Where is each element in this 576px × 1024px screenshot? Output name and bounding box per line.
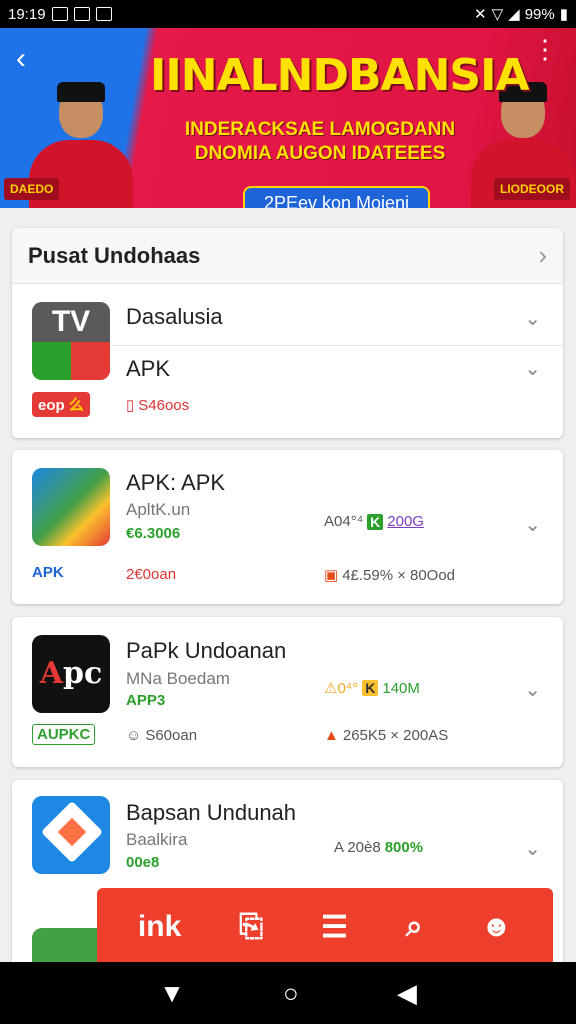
app-price: 00e8 (126, 854, 160, 871)
section-card: Pusat Undohaas › TV Dasalusia ⌄ APK ⌄ eo… (12, 228, 563, 438)
app-icon-tv[interactable]: TV (32, 302, 110, 380)
app-badge: AUPKC (32, 724, 96, 745)
app-name[interactable]: PaPk Undoanan (126, 638, 286, 664)
chevron-down-icon[interactable]: ⌄ (524, 356, 541, 381)
wifi-icon: ▽ (491, 6, 504, 23)
banner-tag-left: DAEDO (4, 178, 60, 200)
app-developer: MNa Boedam (126, 669, 230, 688)
battery-text: 99% (524, 5, 555, 23)
promo-banner[interactable]: ‹ ⋮ IINALNDBANSIA INDERACKSAE LAMOGDANN … (0, 28, 576, 208)
app-badge: APK (32, 564, 64, 581)
app-rating: A04°⁴ K 200G (324, 513, 424, 530)
app-downloads: ▲ 265K5 × 200AS (324, 727, 449, 744)
menu-icon[interactable]: ☰ (321, 910, 348, 945)
rating-icon: K (362, 680, 379, 696)
section-header[interactable]: Pusat Undohaas › (12, 228, 563, 284)
app-size: 800% (384, 839, 424, 856)
search-icon[interactable]: ⌕ (406, 910, 423, 944)
more-menu-icon[interactable]: ⋮ (532, 36, 558, 62)
signal-icon: ◢ (508, 6, 520, 23)
storage-icon: ▯ (126, 397, 135, 414)
banner-cta-button[interactable]: 2PEev kon Moieni (243, 186, 430, 208)
app-meta: ▯ S46oos (126, 396, 190, 415)
system-nav-bar: ▼ ○ ◀ (0, 962, 576, 1024)
app-rating: A 20è8 800% (334, 839, 424, 856)
bottom-action-bar: ink ⎘ ☰ ⌕ ☻ (97, 888, 553, 966)
app-card[interactable]: APK: APK ApltK.un €6.3006 A04°⁴ K 200G ⌄… (12, 450, 563, 604)
banner-subline: INDERACKSAE LAMOGDANN DNOMIA AUGON IDATE… (170, 118, 470, 166)
nav-home-icon[interactable]: ○ (283, 978, 299, 1009)
app-price: €6.3006 (126, 525, 181, 542)
brand-logo[interactable]: ink (138, 910, 181, 944)
download-icon: ▣ (324, 567, 339, 584)
account-icon[interactable]: ☻ (480, 910, 512, 944)
clock: 19:19 (8, 5, 46, 23)
banner-headline: IINALNDBANSIA (150, 50, 530, 101)
bookmark-icon[interactable]: ⎘ (239, 910, 263, 944)
rating-icon: K (367, 513, 384, 530)
app-price: APP3 (126, 692, 166, 709)
banner-subline-2: DNOMIA AUGON IDATEEES (194, 143, 446, 164)
app-name[interactable]: Bapsan Undunah (126, 800, 296, 826)
app-meta: ☺ S60oan (126, 727, 198, 744)
app-developer: ApltK.un (126, 500, 191, 519)
app-size: 200G (387, 513, 424, 530)
mute-icon: ✕ (474, 6, 487, 23)
app-rating: ⚠0⁴° K 140M (324, 679, 420, 698)
battery-icon: ▮ (559, 6, 568, 23)
chevron-down-icon[interactable]: ⌄ (524, 677, 541, 702)
nav-recents-icon[interactable]: ◀ (397, 978, 417, 1009)
chevron-down-icon[interactable]: ⌄ (524, 306, 541, 331)
app-name[interactable]: Dasalusia (126, 304, 223, 330)
nav-back-icon[interactable]: ▼ (159, 978, 185, 1009)
user-icon: ☺ (126, 727, 142, 744)
banner-tag-right: LIODEOOR (493, 178, 570, 200)
notification-icon (95, 7, 112, 21)
chevron-right-icon[interactable]: › (538, 240, 547, 271)
notification-icon (73, 7, 90, 21)
app-icon-apkpc[interactable]: Apc (32, 635, 110, 713)
app-name[interactable]: APK: APK (126, 470, 225, 496)
app-badge: eop 么 (32, 392, 90, 417)
chevron-down-icon[interactable]: ⌄ (524, 512, 541, 537)
app-icon-apk[interactable] (32, 468, 110, 546)
app-icon-bapsan[interactable] (32, 796, 110, 874)
banner-subline-1: INDERACKSAE LAMOGDANN (184, 119, 456, 140)
status-bar: 19:19 ✕ ▽ ◢ 99% ▮ (0, 0, 576, 28)
app-size: 140M (382, 679, 420, 697)
app-downloads: ▣ 4£.59% × 80Ood (324, 566, 456, 585)
app-meta: 2€0oan (126, 566, 177, 583)
app-name-secondary[interactable]: APK (126, 356, 170, 382)
chevron-down-icon[interactable]: ⌄ (524, 836, 541, 861)
app-developer: Baalkira (126, 830, 188, 849)
app-card[interactable]: Apc PaPk Undoanan MNa Boedam APP3 ⚠0⁴° K… (12, 617, 563, 767)
notification-icon (51, 7, 68, 21)
section-title: Pusat Undohaas (28, 242, 201, 268)
warning-icon: ▲ (324, 727, 339, 744)
